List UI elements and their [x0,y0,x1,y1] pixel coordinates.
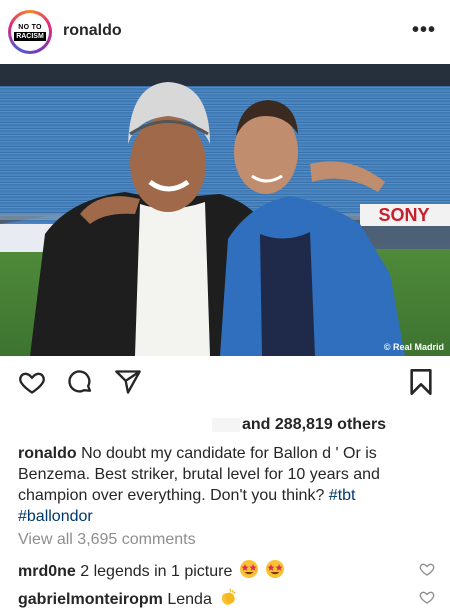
comment-row: mrd0ne 2 legends in 1 picture [18,559,408,584]
avatar-text-bottom: RACISM [14,31,46,41]
post-actions [0,368,450,398]
comment-icon[interactable] [66,368,94,401]
hashtag-ballondor[interactable]: #ballondor [18,508,93,525]
more-options-icon[interactable]: ••• [412,20,436,40]
bookmark-icon[interactable] [408,368,434,401]
clapping-hands-emoji-icon [218,587,238,612]
comment-text: Lenda [167,591,212,608]
comment-like-heart-icon[interactable] [419,561,435,582]
post-caption: ronaldo No doubt my candidate for Ballon… [18,443,438,527]
post-photo[interactable]: SONY © Real Madrid [0,64,450,356]
comment-text: 2 legends in 1 picture [80,563,233,580]
photo-illustration: SONY © Real Madrid [0,64,450,356]
post-header: NO TO RACISM ronaldo ••• [0,0,450,64]
star-struck-emoji-icon [239,559,259,584]
caption-username[interactable]: ronaldo [18,445,77,462]
likes-count[interactable]: and 288,819 others [212,416,386,434]
paper-plane-icon[interactable] [114,368,142,401]
comment-username[interactable]: mrd0ne [18,563,76,580]
view-all-comments-link[interactable]: View all 3,695 comments [18,531,196,549]
photo-watermark: © Real Madrid [384,342,444,352]
avatar-inner: NO TO RACISM [11,13,49,51]
comment-row: gabrielmonteiropm Lenda [18,587,408,612]
hashtag-tbt[interactable]: #tbt [329,487,356,504]
likes-text: and 288,819 others [242,416,387,433]
comment-username[interactable]: gabrielmonteiropm [18,591,163,608]
heart-icon[interactable] [18,368,46,401]
post-username[interactable]: ronaldo [63,22,122,40]
avatar-text-top: NO TO [18,23,42,31]
sony-sign: SONY [378,205,429,225]
avatar[interactable]: NO TO RACISM [8,10,52,54]
star-struck-emoji-icon [265,559,285,584]
liked-by-avatars [212,417,240,432]
